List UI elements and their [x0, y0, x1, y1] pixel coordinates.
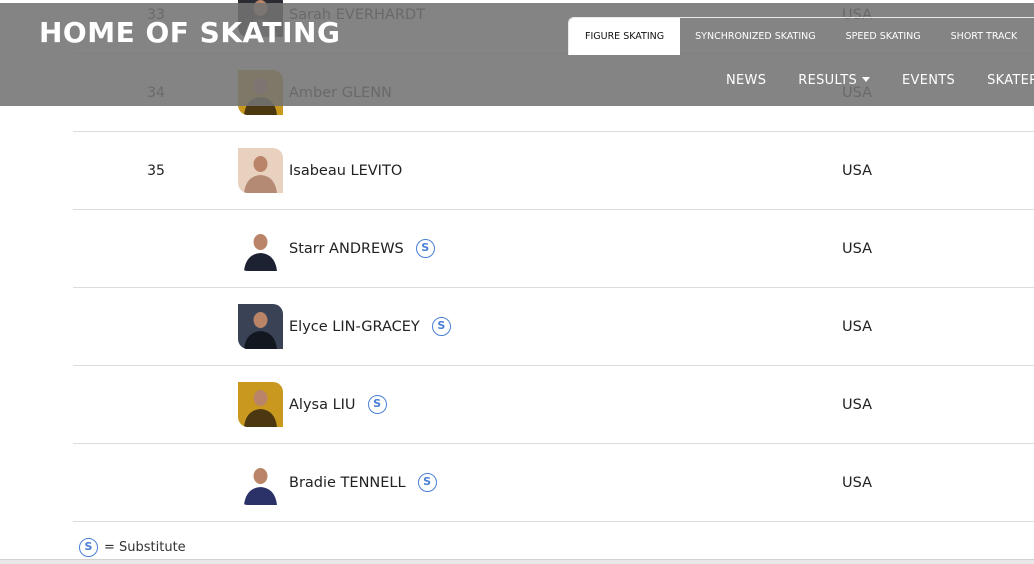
nav-results-label: RESULTS	[798, 73, 858, 88]
country-cell: USA	[842, 475, 873, 491]
substitute-badge-icon: S	[431, 316, 451, 336]
country-cell: USA	[842, 397, 873, 413]
discipline-tabs: FIGURE SKATING SYNCHRONIZED SKATING SPEE…	[568, 17, 1034, 55]
skater-name-link[interactable]: Alysa LIU S	[289, 366, 387, 444]
skater-name-link[interactable]: Bradie TENNELL S	[289, 444, 437, 522]
skater-photo[interactable]	[238, 382, 283, 427]
table-row: 35 Isabeau LEVITO USA	[73, 132, 1034, 210]
legend-text: = Substitute	[104, 540, 186, 555]
substitute-legend: S = Substitute	[79, 538, 186, 557]
nav-results[interactable]: RESULTS	[798, 73, 871, 88]
skater-name-link[interactable]: Starr ANDREWS S	[289, 210, 435, 288]
country-cell: USA	[842, 319, 873, 335]
main-nav: NEWS RESULTS EVENTS SKATERS	[726, 73, 1034, 88]
skater-name-link[interactable]: Elyce LIN-GRACEY S	[289, 288, 451, 366]
skater-photo[interactable]	[238, 304, 283, 349]
horizontal-scrollbar[interactable]	[0, 559, 1034, 564]
substitute-badge-icon: S	[415, 238, 435, 258]
tab-short-track[interactable]: SHORT TRACK	[936, 18, 1033, 55]
tab-synchronized-skating[interactable]: SYNCHRONIZED SKATING	[680, 18, 830, 55]
table-row: Starr ANDREWS S USA	[73, 210, 1034, 288]
nav-skaters[interactable]: SKATERS	[987, 73, 1034, 88]
tab-figure-skating[interactable]: FIGURE SKATING	[569, 18, 681, 55]
skater-name: Starr ANDREWS	[289, 241, 404, 257]
table-row: Alysa LIU S USA	[73, 366, 1034, 444]
table-row: Bradie TENNELL S USA	[73, 444, 1034, 522]
country-cell: USA	[842, 241, 873, 257]
skater-name: Isabeau LEVITO	[289, 163, 403, 179]
nav-news[interactable]: NEWS	[726, 73, 766, 88]
country-cell: USA	[842, 163, 873, 179]
rank-cell: 35	[147, 163, 165, 179]
table-row: Elyce LIN-GRACEY S USA	[73, 288, 1034, 366]
site-header: HOME OF SKATING FIGURE SKATING SYNCHRONI…	[0, 3, 1034, 106]
substitute-badge-icon: S	[367, 394, 387, 414]
site-logo[interactable]: HOME OF SKATING	[39, 16, 340, 49]
chevron-down-icon	[862, 77, 871, 82]
substitute-badge-icon: S	[79, 538, 98, 557]
skater-name: Elyce LIN-GRACEY	[289, 319, 420, 335]
substitute-badge-icon: S	[417, 472, 437, 492]
skater-photo[interactable]	[238, 226, 283, 271]
skater-photo[interactable]	[238, 460, 283, 505]
skater-name-link[interactable]: Isabeau LEVITO	[289, 132, 402, 210]
nav-events[interactable]: EVENTS	[902, 73, 955, 88]
skater-name: Bradie TENNELL	[289, 475, 406, 491]
skater-name: Alysa LIU	[289, 397, 356, 413]
skater-photo[interactable]	[238, 148, 283, 193]
tab-speed-skating[interactable]: SPEED SKATING	[831, 18, 936, 55]
